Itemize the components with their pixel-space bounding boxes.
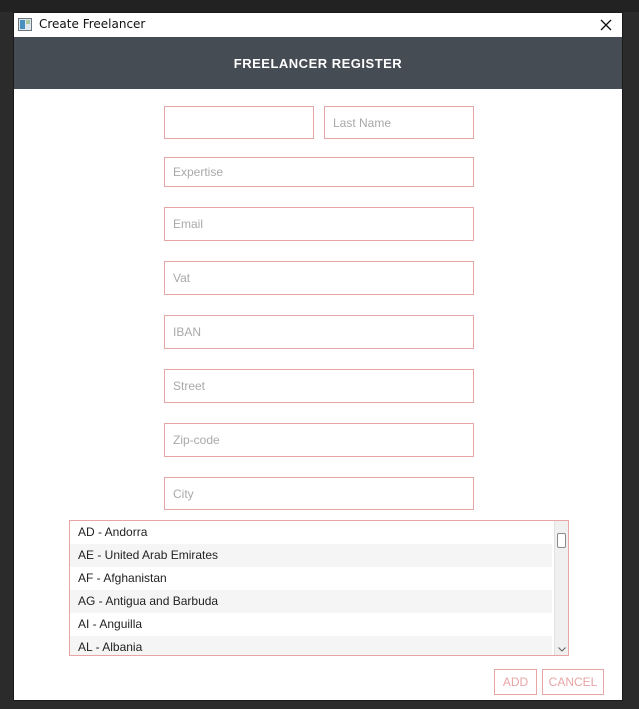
list-item[interactable]: AI - Anguilla bbox=[70, 613, 552, 636]
desktop-background bbox=[0, 0, 639, 12]
list-item[interactable]: AL - Albania bbox=[70, 636, 552, 655]
vat-field[interactable] bbox=[164, 261, 474, 295]
list-item[interactable]: AD - Andorra bbox=[70, 521, 552, 544]
country-listbox[interactable]: AD - Andorra AE - United Arab Emirates A… bbox=[69, 520, 569, 656]
create-freelancer-window: Create Freelancer FREELANCER REGISTER AD… bbox=[13, 12, 623, 701]
add-button[interactable]: ADD bbox=[494, 669, 537, 695]
register-header: FREELANCER REGISTER bbox=[14, 37, 622, 89]
chevron-down-icon bbox=[557, 646, 566, 652]
title-bar: Create Freelancer bbox=[14, 13, 622, 37]
expertise-field[interactable] bbox=[164, 157, 474, 187]
city-field[interactable] bbox=[164, 477, 474, 510]
list-item[interactable]: AE - United Arab Emirates bbox=[70, 544, 552, 567]
cancel-button[interactable]: CANCEL bbox=[542, 669, 604, 695]
scrollbar-thumb[interactable] bbox=[557, 533, 566, 548]
close-icon bbox=[600, 19, 612, 31]
iban-field[interactable] bbox=[164, 315, 474, 349]
zip-code-field[interactable] bbox=[164, 423, 474, 457]
app-window-icon bbox=[18, 18, 32, 31]
window-title: Create Freelancer bbox=[39, 17, 146, 31]
street-field[interactable] bbox=[164, 369, 474, 403]
list-item[interactable]: AG - Antigua and Barbuda bbox=[70, 590, 552, 613]
page-title: FREELANCER REGISTER bbox=[233, 55, 403, 71]
first-name-field[interactable] bbox=[164, 106, 314, 139]
vertical-scrollbar[interactable] bbox=[554, 521, 568, 655]
scroll-down-button[interactable] bbox=[555, 644, 568, 654]
list-item[interactable]: AF - Afghanistan bbox=[70, 567, 552, 590]
last-name-field[interactable] bbox=[324, 106, 474, 139]
country-list-rows: AD - Andorra AE - United Arab Emirates A… bbox=[70, 521, 552, 655]
email-field[interactable] bbox=[164, 207, 474, 241]
close-button[interactable] bbox=[590, 13, 622, 37]
